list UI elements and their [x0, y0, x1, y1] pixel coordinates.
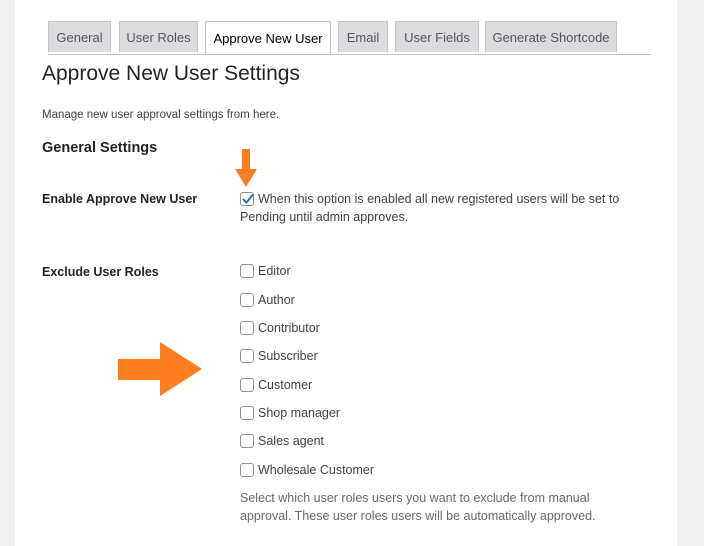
tab-generate-shortcode[interactable]: Generate Shortcode [485, 21, 617, 52]
exclude-roles-help: Select which user roles users you want t… [240, 491, 596, 523]
tab-email[interactable]: Email [338, 21, 388, 52]
section-title: General Settings [42, 140, 158, 156]
tab-approve-new-user[interactable]: Approve New User [205, 21, 331, 54]
role-checkbox-author[interactable] [240, 293, 254, 307]
arrow-right-icon [118, 342, 202, 396]
role-label-shop-manager: Shop manager [258, 406, 341, 420]
role-checkbox-sales-agent[interactable] [240, 434, 254, 448]
role-label-sales-agent: Sales agent [258, 434, 325, 448]
role-label-subscriber: Subscriber [258, 349, 318, 363]
tab-user-fields[interactable]: User Fields [395, 21, 479, 52]
tab-user-roles[interactable]: User Roles [119, 21, 198, 52]
role-label-editor: Editor [258, 264, 291, 278]
role-checkbox-shop-manager[interactable] [240, 406, 254, 420]
settings-panel: General User Roles Approve New User Emai… [15, 0, 677, 546]
role-label-author: Author [258, 293, 295, 307]
role-checkbox-wholesale-customer[interactable] [240, 463, 254, 477]
page-description: Manage new user approval settings from h… [42, 109, 280, 121]
arrow-down-icon [235, 149, 257, 187]
role-checkbox-subscriber[interactable] [240, 349, 254, 363]
tab-general[interactable]: General [48, 21, 111, 52]
page-title: Approve New User Settings [42, 62, 300, 85]
enable-approve-description: When this option is enabled all new regi… [240, 192, 620, 224]
settings-tabs: General User Roles Approve New User Emai… [48, 21, 651, 55]
exclude-roles-label: Exclude User Roles [42, 265, 159, 279]
role-label-wholesale-customer: Wholesale Customer [258, 463, 375, 477]
role-checkbox-editor[interactable] [240, 264, 254, 278]
role-label-customer: Customer [258, 378, 313, 392]
role-checkbox-contributor[interactable] [240, 321, 254, 335]
role-label-contributor: Contributor [258, 321, 320, 335]
enable-approve-label: Enable Approve New User [42, 192, 198, 206]
role-checkbox-customer[interactable] [240, 378, 254, 392]
